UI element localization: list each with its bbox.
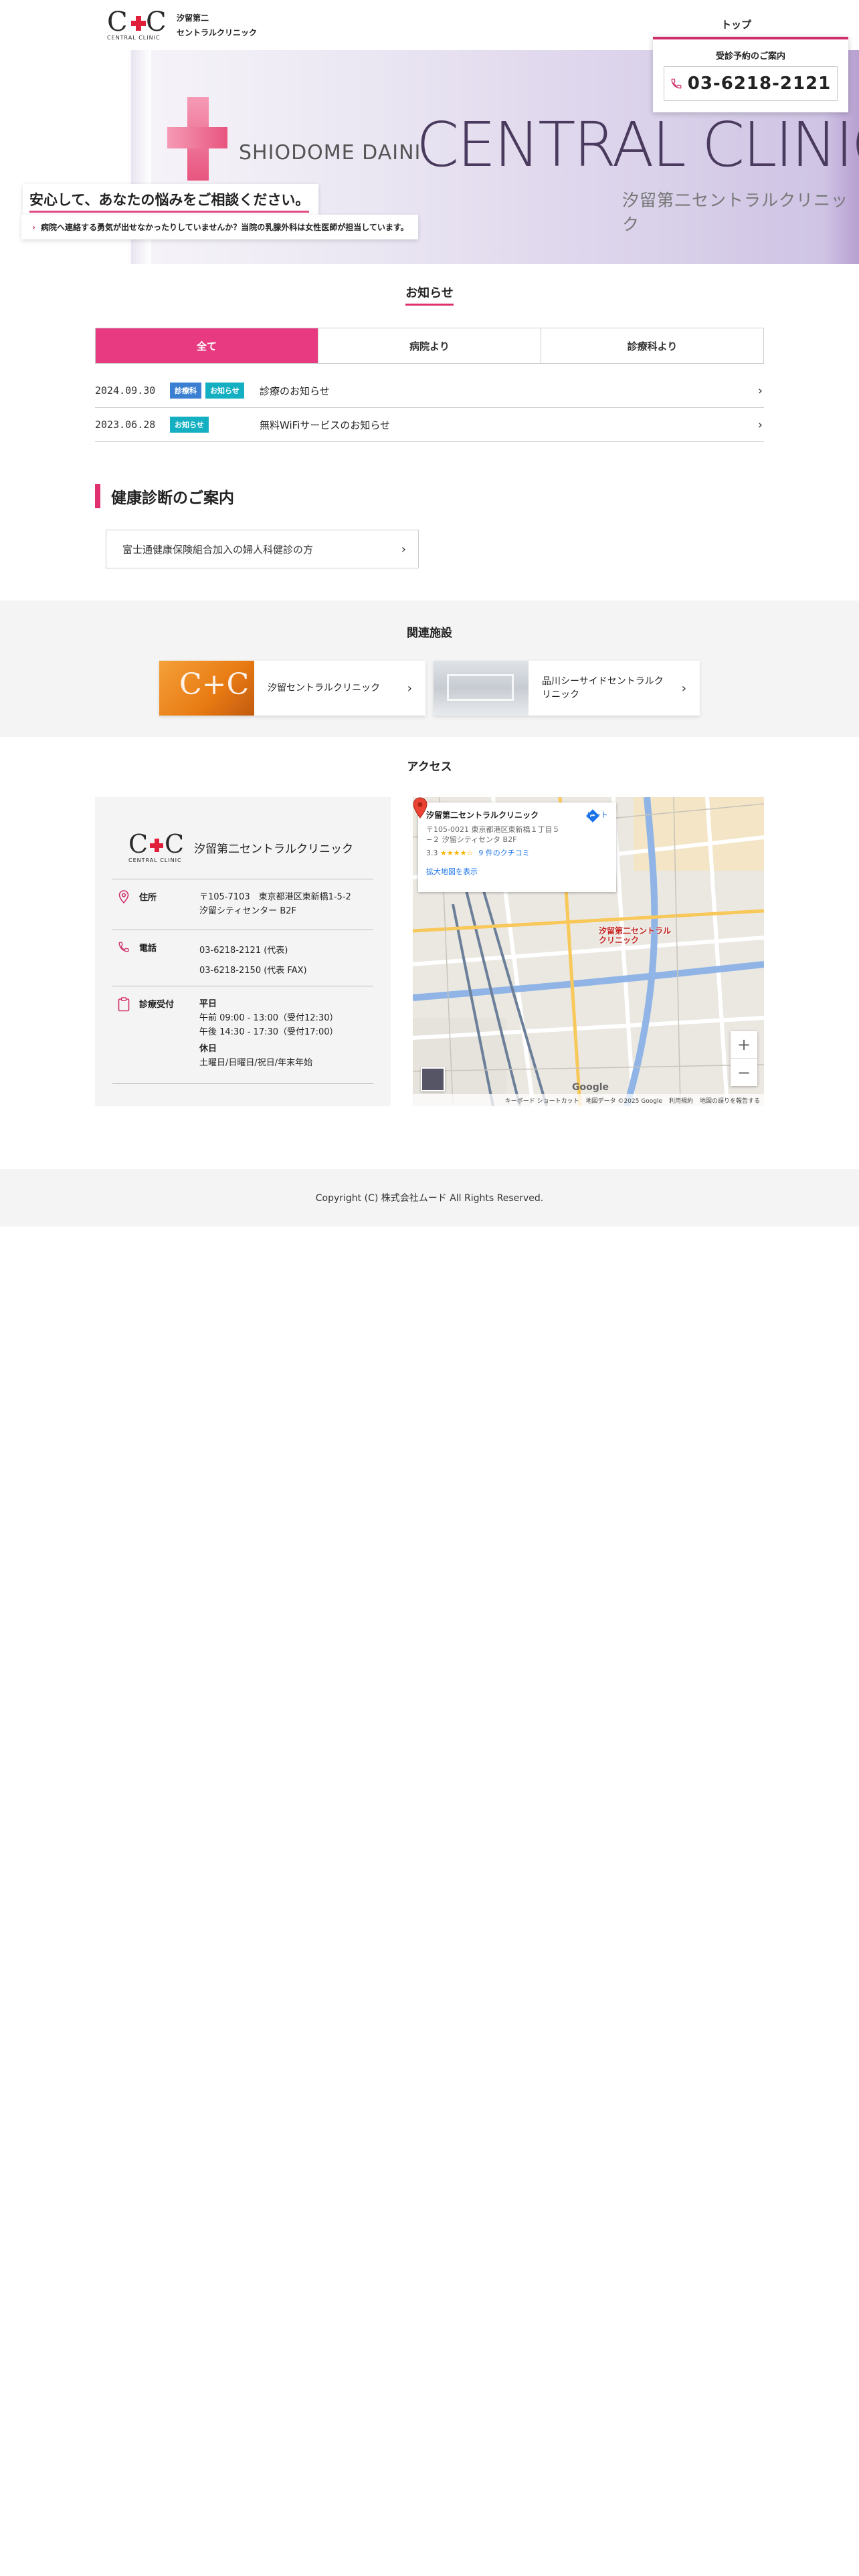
map-footer: キーボード ショートカット 地図データ ©2025 Google 利用規約 地図…	[413, 1094, 764, 1106]
hours-label: 診療受付	[139, 1000, 175, 1010]
category-badge: 診療科	[170, 383, 201, 399]
news-date: 2023.06.28	[95, 419, 156, 431]
map-shortcuts-link[interactable]: キーボード ショートカット	[505, 1096, 579, 1105]
news-section-title: お知らせ	[95, 284, 764, 306]
related-facilities: 関連施設 C+C 汐留セントラルクリニック › 品川シーサイドセントラルクリニッ…	[0, 601, 859, 737]
related-card-shiodome[interactable]: C+C 汐留セントラルクリニック ›	[159, 661, 425, 716]
kenshin-link-button[interactable]: 富士通健康保険組合加入の婦人科健診の方 ›	[106, 530, 419, 568]
related-card-shinagawa[interactable]: 品川シーサイドセントラルクリニック ›	[434, 661, 700, 716]
news-item[interactable]: 2023.06.28 お知らせ 無料WiFiサービスのお知らせ ›	[95, 408, 764, 442]
facility-name: 汐留セントラルクリニック	[268, 683, 380, 693]
map-place-address: 〒105-0021 東京都港区東新橋１丁目５−２ 汐留シティセンタ B2F	[426, 825, 560, 844]
hero-catchphrase: 安心して、あなたの悩みをご相談ください。	[23, 184, 319, 215]
location-pin-icon	[118, 890, 129, 903]
clinic-logo: C C CENTRAL CLINIC 汐留第二セントラルクリニック	[128, 829, 353, 863]
hero-note[interactable]: › 病院へ連絡する勇気が出せなかったりしていませんか？当院の乳腺外科は女性医師が担…	[21, 215, 418, 239]
logo-text: 汐留第二 セントラルクリニック	[177, 11, 257, 40]
category-badge: お知らせ	[170, 417, 209, 433]
zoom-in-button[interactable]: +	[731, 1031, 757, 1059]
facility-photo: C+C	[159, 661, 254, 716]
logo-name-line1: 汐留第二	[177, 13, 209, 23]
nav-top-link[interactable]: トップ	[721, 17, 751, 31]
booking-box: 受診予約のご案内 03-6218-2121	[653, 37, 848, 112]
news-item[interactable]: 2024.09.30 診療科 お知らせ 診療のお知らせ ›	[95, 374, 764, 408]
news-tabs: 全て 病院より 診療科より	[95, 328, 764, 364]
copyright-text: Copyright (C) 株式会社ムード All Rights Reserve…	[315, 1193, 544, 1204]
hero-jp-name: 汐留第二セントラルクリニック	[622, 191, 849, 234]
chevron-right-icon: ›	[407, 681, 412, 695]
map-marker-label: 汐留第二セントラル クリニック	[599, 926, 672, 945]
category-badge: お知らせ	[205, 383, 244, 399]
kenshin-title: 健康診断のご案内	[111, 490, 234, 507]
map-route-button[interactable]: ルート	[586, 809, 608, 823]
map-larger-link[interactable]: 拡大地図を表示	[426, 866, 608, 877]
chevron-right-icon: ›	[757, 383, 763, 398]
chevron-right-icon: ›	[757, 417, 763, 432]
chevron-right-icon: ›	[401, 542, 406, 556]
news-title: 診療のお知らせ	[260, 385, 330, 397]
map-place-card: 汐留第二セントラルクリニック 〒105-0021 東京都港区東新橋１丁目５−２ …	[418, 802, 616, 892]
site-logo[interactable]: CC CENTRAL CLINIC 汐留第二 セントラルクリニック	[107, 8, 257, 43]
map-layers-button[interactable]	[421, 1067, 445, 1091]
map-terms-link[interactable]: 利用規約	[669, 1096, 693, 1105]
booking-phone-button[interactable]: 03-6218-2121	[664, 66, 838, 101]
hero-central-clinic-text: CENTRAL CLINIC	[416, 109, 859, 181]
tab-hospital[interactable]: 病院より	[318, 328, 541, 363]
access-section: アクセス	[0, 757, 859, 776]
zoom-out-button[interactable]: −	[731, 1059, 757, 1086]
map-rating: 3.3 ★★★★☆ 9 件のクチコミ	[426, 849, 530, 857]
hero-shiodome-text: SHIODOME DAINI	[239, 141, 421, 165]
facility-photo	[434, 661, 529, 716]
chevron-right-icon: ›	[681, 681, 686, 695]
google-map-embed[interactable]: 汐留第二セントラルクリニック 〒105-0021 東京都港区東新橋１丁目５−２ …	[413, 797, 764, 1106]
phone-main[interactable]: 03-6218-2121 (代表)	[199, 941, 307, 961]
clinic-info-card: C C CENTRAL CLINIC 汐留第二セントラルクリニック 住所 〒105-…	[95, 797, 391, 1106]
site-footer: Copyright (C) 株式会社ムード All Rights Reserve…	[0, 1169, 859, 1226]
tab-all[interactable]: 全て	[96, 328, 318, 363]
chevron-right-icon: ›	[32, 223, 35, 232]
phone-icon	[671, 78, 682, 89]
map-zoom-controls: + −	[731, 1031, 757, 1086]
hours-row: 診療受付 平日 午前 09:00 - 13:00（受付12:30） 午後 14:…	[112, 986, 373, 1083]
logo-subtitle: CENTRAL CLINIC	[107, 35, 161, 41]
access-title: アクセス	[407, 760, 452, 774]
google-logo: Google	[572, 1082, 609, 1093]
tab-department[interactable]: 診療科より	[541, 328, 763, 363]
clipboard-icon	[118, 997, 130, 1012]
booking-phone-number: 03-6218-2121	[687, 74, 832, 94]
news-date: 2024.09.30	[95, 385, 156, 397]
phone-row: 電話 03-6218-2121 (代表) 03-6218-2150 (代表 FAX…	[112, 930, 373, 986]
hero-cross-logo	[167, 97, 227, 181]
address-row: 住所 〒105-7103 東京都港区東新橋1-5-2 汐留シティセンター B2F	[112, 879, 373, 930]
map-reviews-link[interactable]: 9 件のクチコミ	[478, 849, 530, 857]
kenshin-heading: 健康診断のご案内	[95, 484, 234, 508]
directions-icon	[586, 809, 599, 823]
news-title: 無料WiFiサービスのお知らせ	[260, 419, 391, 431]
address-label: 住所	[139, 893, 157, 903]
facility-name: 品川シーサイドセントラルクリニック	[542, 676, 664, 700]
map-report-link[interactable]: 地図の誤りを報告する	[700, 1096, 760, 1105]
logo-name-line2: セントラルクリニック	[177, 28, 258, 37]
phone-icon	[118, 942, 129, 952]
booking-title: 受診予約のご案内	[715, 51, 785, 62]
related-title: 関連施設	[407, 627, 452, 640]
map-marker-icon[interactable]	[413, 797, 427, 819]
star-rating-icon: ★★★★☆	[440, 849, 474, 857]
phone-label: 電話	[139, 944, 157, 954]
map-place-name: 汐留第二セントラルクリニック	[426, 811, 539, 820]
news-list: 2024.09.30 診療科 お知らせ 診療のお知らせ › 2023.06.28 …	[95, 374, 764, 442]
clinic-name: 汐留第二セントラルクリニック	[194, 842, 353, 856]
phone-fax: 03-6218-2150 (代表 FAX)	[199, 966, 307, 976]
map-data-credit: 地図データ ©2025 Google	[585, 1097, 662, 1105]
logo-mark: CC CENTRAL CLINIC	[107, 7, 167, 41]
